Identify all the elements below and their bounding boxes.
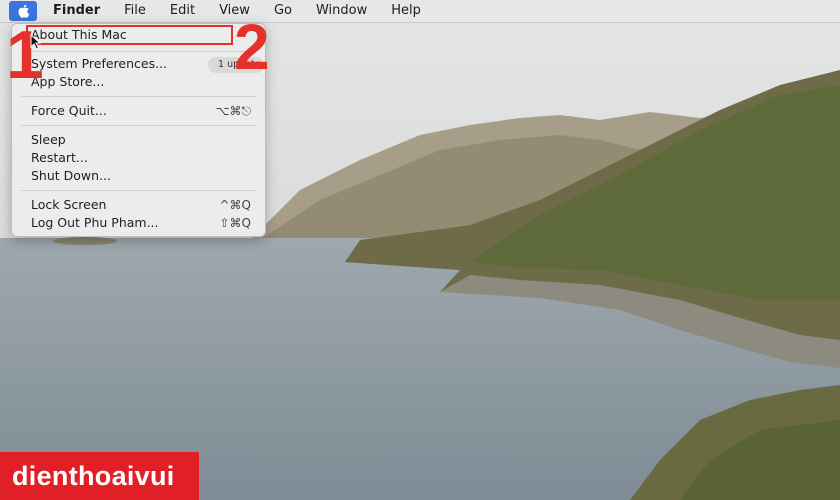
menu-item-label: Sleep [31,132,66,147]
shortcut-log-out: ⇧⌘Q [219,216,252,230]
apple-dropdown-menu: About This Mac System Preferences... 1 u… [11,23,266,237]
shortcut-force-quit: ⌥⌘⎋ [215,104,251,118]
menu-help[interactable]: Help [379,0,433,22]
menu-file[interactable]: File [112,0,158,22]
menu-item-label: System Preferences... [31,56,168,71]
shortcut-lock-screen: ^⌘Q [219,198,252,212]
menu-item-restart[interactable]: Restart... [31,149,257,167]
menu-bar: Finder File Edit View Go Window Help [0,0,840,23]
menu-item-label: Log Out Phu Pham... [31,215,159,230]
highlight-box-about-this-mac [26,25,233,45]
menu-edit[interactable]: Edit [158,0,207,22]
menu-item-log-out[interactable]: Log Out Phu Pham... ⇧⌘Q [31,214,257,232]
watermark-logo: dienthoaivui [0,452,199,500]
menu-item-shut-down[interactable]: Shut Down... [31,167,257,185]
menu-separator [21,125,256,126]
menu-item-lock-screen[interactable]: Lock Screen ^⌘Q [31,196,257,214]
apple-logo-icon [18,4,29,18]
menu-finder[interactable]: Finder [37,0,112,22]
menu-window[interactable]: Window [304,0,379,22]
menu-separator [21,51,256,52]
menu-item-sleep[interactable]: Sleep [31,131,257,149]
menu-item-label: Restart... [31,150,88,165]
annotation-step-2: 2 [234,11,270,83]
annotation-step-1: 1 [6,17,44,93]
menu-separator [21,190,256,191]
mouse-pointer-icon [30,34,42,50]
menu-separator [21,96,256,97]
menu-item-label: Shut Down... [31,168,111,183]
menu-item-force-quit[interactable]: Force Quit... ⌥⌘⎋ [31,102,257,120]
menu-item-label: Lock Screen [31,197,107,212]
menu-item-app-store[interactable]: App Store... [31,73,257,91]
menu-item-label: Force Quit... [31,103,107,118]
